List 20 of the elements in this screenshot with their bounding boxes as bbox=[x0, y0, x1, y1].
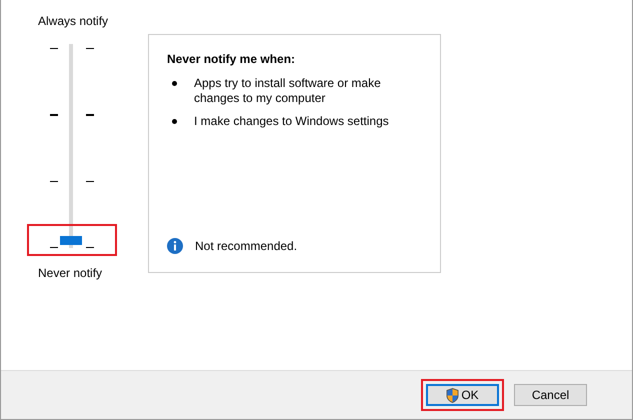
slider-bottom-label: Never notify bbox=[38, 266, 104, 280]
tick-mark bbox=[50, 114, 58, 116]
tick-mark bbox=[50, 247, 58, 248]
tick-mark bbox=[86, 247, 94, 248]
bullet-text: Apps try to install software or make changes to my computer bbox=[194, 76, 382, 106]
info-icon bbox=[167, 238, 183, 254]
tick-mark bbox=[86, 181, 94, 182]
slider-thumb[interactable] bbox=[60, 236, 82, 245]
tick-mark bbox=[50, 48, 58, 49]
bullet-icon bbox=[172, 81, 177, 86]
dialog-button[interactable]: OK bbox=[426, 384, 499, 406]
bullet-icon bbox=[172, 119, 177, 124]
bullet-text: I make changes to Windows settings bbox=[194, 114, 389, 129]
tick-mark bbox=[86, 114, 94, 116]
note-text: Not recommended. bbox=[195, 239, 298, 253]
panel-heading: Never notify me when: bbox=[167, 52, 296, 66]
tick-mark bbox=[86, 48, 94, 49]
slider-top-label: Always notify bbox=[38, 14, 110, 28]
tick-mark bbox=[50, 181, 58, 182]
dialog-button[interactable]: Cancel bbox=[514, 384, 587, 406]
